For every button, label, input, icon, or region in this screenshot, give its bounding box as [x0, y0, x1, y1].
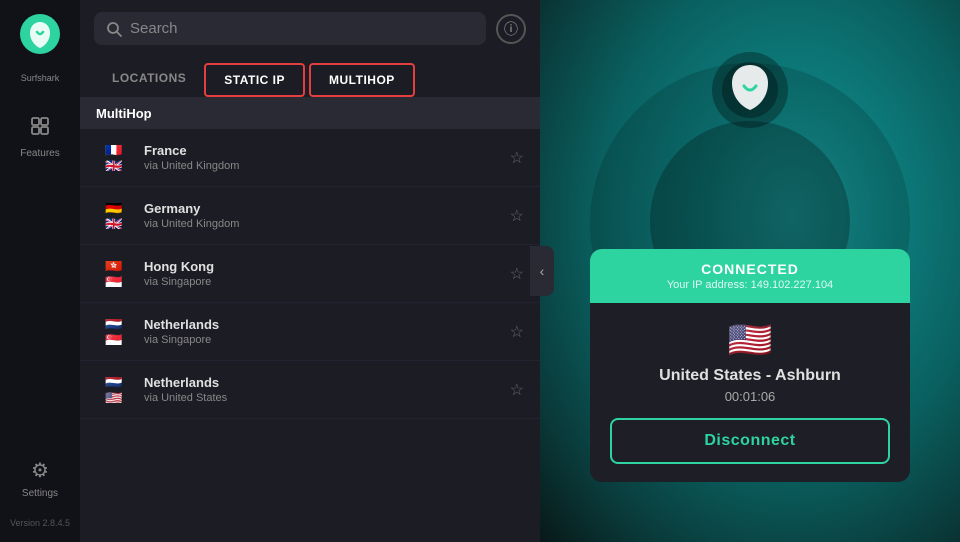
favorite-button[interactable]: ☆ — [510, 148, 524, 168]
search-input[interactable] — [130, 20, 474, 37]
location-name: Netherlands — [144, 317, 498, 332]
connected-status: CONNECTED — [610, 261, 890, 277]
connected-banner: CONNECTED Your IP address: 149.102.227.1… — [590, 249, 910, 303]
locations-panel: ⓘ LOCATIONS STATIC IP MULTIHOP MultiHop … — [80, 0, 540, 542]
location-info: Hong Kong via Singapore — [144, 259, 498, 288]
location-via: via United Kingdom — [144, 218, 498, 230]
app-logo-label: Surfshark — [0, 63, 80, 93]
connection-timer: 00:01:06 — [610, 389, 890, 404]
location-name: Hong Kong — [144, 259, 498, 274]
location-list: 🇫🇷🇬🇧 France via United Kingdom ☆ 🇩🇪🇬🇧 Ge… — [80, 129, 540, 542]
location-via: via United States — [144, 392, 498, 404]
version-label: Version 2.8.4.5 — [10, 518, 70, 528]
search-bar: ⓘ — [80, 0, 540, 57]
favorite-button[interactable]: ☆ — [510, 206, 524, 226]
app-logo — [16, 10, 64, 58]
flag-hongkong: 🇭🇰🇸🇬 — [96, 261, 132, 287]
flag-germany: 🇩🇪🇬🇧 — [96, 203, 132, 229]
features-icon — [29, 115, 51, 143]
main-content: CONNECTED Your IP address: 149.102.227.1… — [540, 0, 960, 542]
search-icon — [106, 21, 122, 37]
location-info: Netherlands via United States — [144, 375, 498, 404]
flag-france: 🇫🇷🇬🇧 — [96, 145, 132, 171]
flag-netherlands-sg: 🇳🇱🇸🇬 — [96, 319, 132, 345]
favorite-button[interactable]: ☆ — [510, 380, 524, 400]
location-via: via United Kingdom — [144, 160, 498, 172]
location-via: via Singapore — [144, 334, 498, 346]
collapse-panel-button[interactable]: ‹ — [530, 246, 554, 296]
tab-static-ip[interactable]: STATIC IP — [204, 63, 305, 97]
country-name: United States - Ashburn — [610, 367, 890, 385]
sidebar-item-features[interactable]: Features — [0, 105, 80, 169]
section-header: MultiHop — [80, 98, 540, 129]
location-name: Germany — [144, 201, 498, 216]
connected-card: CONNECTED Your IP address: 149.102.227.1… — [590, 249, 910, 482]
sidebar-item-settings[interactable]: ⚙ Settings — [0, 448, 80, 509]
ip-address: 149.102.227.104 — [751, 279, 834, 291]
info-button[interactable]: ⓘ — [496, 14, 526, 44]
settings-label: Settings — [22, 488, 58, 499]
country-flag: 🇺🇸 — [610, 319, 890, 361]
list-item[interactable]: 🇭🇰🇸🇬 Hong Kong via Singapore ☆ — [80, 245, 540, 303]
tab-multihop[interactable]: MULTIHOP — [309, 63, 415, 97]
center-logo — [710, 50, 790, 130]
settings-icon: ⚙ — [31, 458, 49, 483]
favorite-button[interactable]: ☆ — [510, 322, 524, 342]
location-info: Netherlands via Singapore — [144, 317, 498, 346]
tab-locations[interactable]: LOCATIONS — [94, 63, 204, 97]
tabs-bar: LOCATIONS STATIC IP MULTIHOP — [80, 57, 540, 98]
list-item[interactable]: 🇫🇷🇬🇧 France via United Kingdom ☆ — [80, 129, 540, 187]
sidebar: Surfshark Features ⚙ Settings Version 2.… — [0, 0, 80, 542]
location-name: France — [144, 143, 498, 158]
list-item[interactable]: 🇳🇱🇺🇸 Netherlands via United States ☆ — [80, 361, 540, 419]
search-input-wrap[interactable] — [94, 12, 486, 45]
favorite-button[interactable]: ☆ — [510, 264, 524, 284]
info-card: 🇺🇸 United States - Ashburn 00:01:06 Disc… — [590, 303, 910, 482]
list-item[interactable]: 🇩🇪🇬🇧 Germany via United Kingdom ☆ — [80, 187, 540, 245]
disconnect-button[interactable]: Disconnect — [610, 418, 890, 464]
location-info: Germany via United Kingdom — [144, 201, 498, 230]
ip-label: Your IP address: — [667, 279, 751, 291]
list-item[interactable]: 🇳🇱🇸🇬 Netherlands via Singapore ☆ — [80, 303, 540, 361]
connected-ip: Your IP address: 149.102.227.104 — [610, 279, 890, 291]
features-label: Features — [20, 148, 59, 159]
location-info: France via United Kingdom — [144, 143, 498, 172]
location-via: via Singapore — [144, 276, 498, 288]
location-name: Netherlands — [144, 375, 498, 390]
flag-netherlands-us: 🇳🇱🇺🇸 — [96, 377, 132, 403]
